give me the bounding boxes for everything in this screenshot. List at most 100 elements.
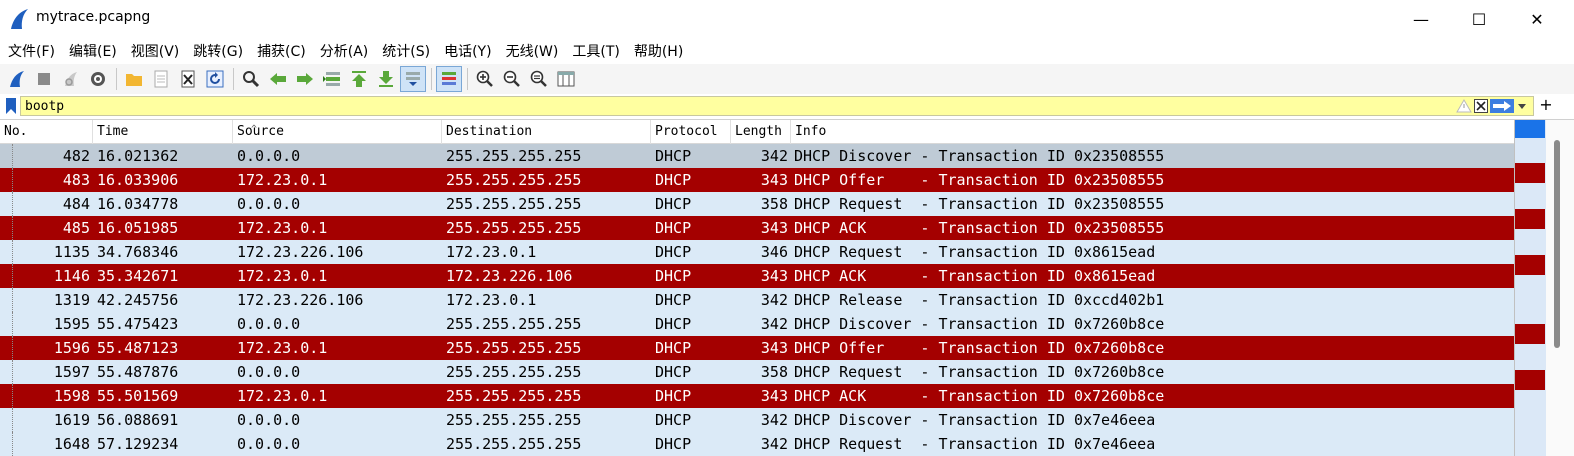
wireshark-fin-icon xyxy=(11,9,28,29)
start-capture-button[interactable] xyxy=(4,66,30,92)
cell-source: 172.23.0.1 xyxy=(237,219,328,237)
display-filter-input[interactable] xyxy=(20,96,1534,116)
cell-time: 55.501569 xyxy=(97,387,179,405)
minimize-button[interactable]: — xyxy=(1392,0,1450,38)
cell-time: 56.088691 xyxy=(97,411,179,429)
resize-columns-button[interactable] xyxy=(553,66,579,92)
find-packet-button[interactable] xyxy=(238,66,264,92)
zoom-in-button[interactable] xyxy=(472,66,498,92)
menu-view[interactable]: 视图(V) xyxy=(127,41,190,61)
open-file-button[interactable] xyxy=(121,66,147,92)
chevron-down-icon[interactable] xyxy=(1516,99,1528,113)
table-row[interactable]: 1595 55.475423 0.0.0.0 255.255.255.255 DHCP 3… xyxy=(0,312,1514,336)
restart-capture-button[interactable] xyxy=(58,66,84,92)
cell-destination: 172.23.226.106 xyxy=(446,267,573,285)
cell-length: 343 xyxy=(760,219,788,237)
table-row[interactable]: 1596 55.487123 172.23.0.1 255.255.255.255 DH… xyxy=(0,336,1514,360)
table-row[interactable]: 484 16.034778 0.0.0.0 255.255.255.255 DHCP 35… xyxy=(0,192,1514,216)
table-row[interactable]: 483 16.033906 172.23.0.1 255.255.255.255 DHC… xyxy=(0,168,1514,192)
cell-length: 346 xyxy=(760,243,788,261)
cell-info: DHCP ACK - Transaction ID 0x8615ead xyxy=(794,267,1156,285)
column-header-length[interactable]: Length xyxy=(731,120,791,144)
clear-filter-icon[interactable] xyxy=(1474,99,1488,113)
cell-time: 57.129234 xyxy=(97,435,179,453)
table-row[interactable]: 485 16.051985 172.23.0.1 255.255.255.255 DHC… xyxy=(0,216,1514,240)
table-row[interactable]: 1619 56.088691 0.0.0.0 255.255.255.255 DHCP 3… xyxy=(0,408,1514,432)
column-header-protocol[interactable]: Protocol xyxy=(651,120,731,144)
title-bar: mytrace.pcapng — ☐ ✕ xyxy=(0,0,1574,38)
capture-options-button[interactable] xyxy=(85,66,111,92)
add-filter-button[interactable]: + xyxy=(1538,95,1554,114)
auto-scroll-button[interactable] xyxy=(400,66,426,92)
packet-minimap[interactable] xyxy=(1514,120,1546,456)
go-first-packet-button[interactable] xyxy=(346,66,372,92)
apply-filter-icon[interactable] xyxy=(1490,99,1514,113)
reload-icon xyxy=(206,70,224,88)
cell-destination: 255.255.255.255 xyxy=(446,195,582,213)
zoom-out-button[interactable] xyxy=(499,66,525,92)
menu-analyze[interactable]: 分析(A) xyxy=(316,41,379,61)
cell-info: DHCP Request - Transaction ID 0x7260b8ce xyxy=(794,363,1165,381)
vertical-scrollbar[interactable] xyxy=(1546,120,1574,456)
table-row[interactable]: 1598 55.501569 172.23.0.1 255.255.255.255 DH… xyxy=(0,384,1514,408)
cell-time: 16.021362 xyxy=(97,147,179,165)
cell-time: 55.487876 xyxy=(97,363,179,381)
column-header-info[interactable]: Info xyxy=(791,120,1514,144)
column-header-time[interactable]: Time ^ xyxy=(93,120,257,144)
go-last-packet-button[interactable] xyxy=(373,66,399,92)
stop-capture-button[interactable] xyxy=(31,66,57,92)
toolbar-separator xyxy=(467,68,468,90)
search-icon xyxy=(243,71,260,88)
arrow-left-icon xyxy=(270,73,286,85)
menu-file[interactable]: 文件(F) xyxy=(4,41,65,61)
colorize-button[interactable] xyxy=(436,66,462,92)
filter-actions xyxy=(1456,98,1528,114)
resize-columns-icon xyxy=(557,71,575,87)
menu-go[interactable]: 跳转(G) xyxy=(189,41,253,61)
menu-wireless[interactable]: 无线(W) xyxy=(502,41,569,61)
column-header-no[interactable]: No. xyxy=(0,120,93,144)
go-to-packet-button[interactable] xyxy=(319,66,345,92)
menu-tools[interactable]: 工具(T) xyxy=(568,41,629,61)
scrollbar-thumb[interactable] xyxy=(1554,140,1560,348)
table-row[interactable]: 1319 42.245756 172.23.226.106 172.23.0.1 DHC… xyxy=(0,288,1514,312)
cell-source: 172.23.226.106 xyxy=(237,243,364,261)
table-row[interactable]: 482 16.021362 0.0.0.0 255.255.255.255 DHCP 34… xyxy=(0,144,1514,168)
menu-help[interactable]: 帮助(H) xyxy=(630,41,693,61)
close-button[interactable]: ✕ xyxy=(1508,0,1566,38)
close-file-button[interactable] xyxy=(175,66,201,92)
cell-protocol: DHCP xyxy=(655,267,692,285)
table-row[interactable]: 1135 34.768346 172.23.226.106 172.23.0.1 DHC… xyxy=(0,240,1514,264)
cell-length: 342 xyxy=(760,291,788,309)
save-file-button[interactable] xyxy=(148,66,174,92)
go-back-button[interactable] xyxy=(265,66,291,92)
cell-info: DHCP Request - Transaction ID 0x8615ead xyxy=(794,243,1156,261)
column-header-destination[interactable]: Destination xyxy=(442,120,651,144)
normal-size-button[interactable] xyxy=(526,66,552,92)
toolbar-separator xyxy=(233,68,234,90)
cell-protocol: DHCP xyxy=(655,147,692,165)
table-row[interactable]: 1648 57.129234 0.0.0.0 255.255.255.255 DHCP 3… xyxy=(0,432,1514,456)
menu-capture[interactable]: 捕获(C) xyxy=(253,41,316,61)
cell-info: DHCP Discover - Transaction ID 0x7260b8c… xyxy=(794,315,1165,333)
cell-no: 483 xyxy=(62,171,90,189)
menu-edit[interactable]: 编辑(E) xyxy=(65,41,127,61)
cell-no: 1598 xyxy=(53,387,90,405)
cell-no: 1648 xyxy=(53,435,90,453)
menu-statistics[interactable]: 统计(S) xyxy=(378,41,440,61)
cell-no: 1319 xyxy=(53,291,90,309)
maximize-button[interactable]: ☐ xyxy=(1450,0,1508,38)
bookmark-icon[interactable] xyxy=(4,97,18,115)
arrow-right-icon xyxy=(297,73,313,85)
cell-time: 42.245756 xyxy=(97,291,179,309)
packet-list-header: No. Time ^ Source Destination Protocol L… xyxy=(0,120,1514,144)
reload-file-button[interactable] xyxy=(202,66,228,92)
cell-destination: 255.255.255.255 xyxy=(446,147,582,165)
table-row[interactable]: 1146 35.342671 172.23.0.1 172.23.226.106 DHC… xyxy=(0,264,1514,288)
cell-info: DHCP Request - Transaction ID 0x7e46eea xyxy=(794,435,1156,453)
table-row[interactable]: 1597 55.487876 0.0.0.0 255.255.255.255 DHCP 3… xyxy=(0,360,1514,384)
go-forward-button[interactable] xyxy=(292,66,318,92)
menu-telephony[interactable]: 电话(Y) xyxy=(440,41,501,61)
cell-source: 172.23.0.1 xyxy=(237,267,328,285)
column-header-source[interactable]: Source xyxy=(233,120,442,144)
